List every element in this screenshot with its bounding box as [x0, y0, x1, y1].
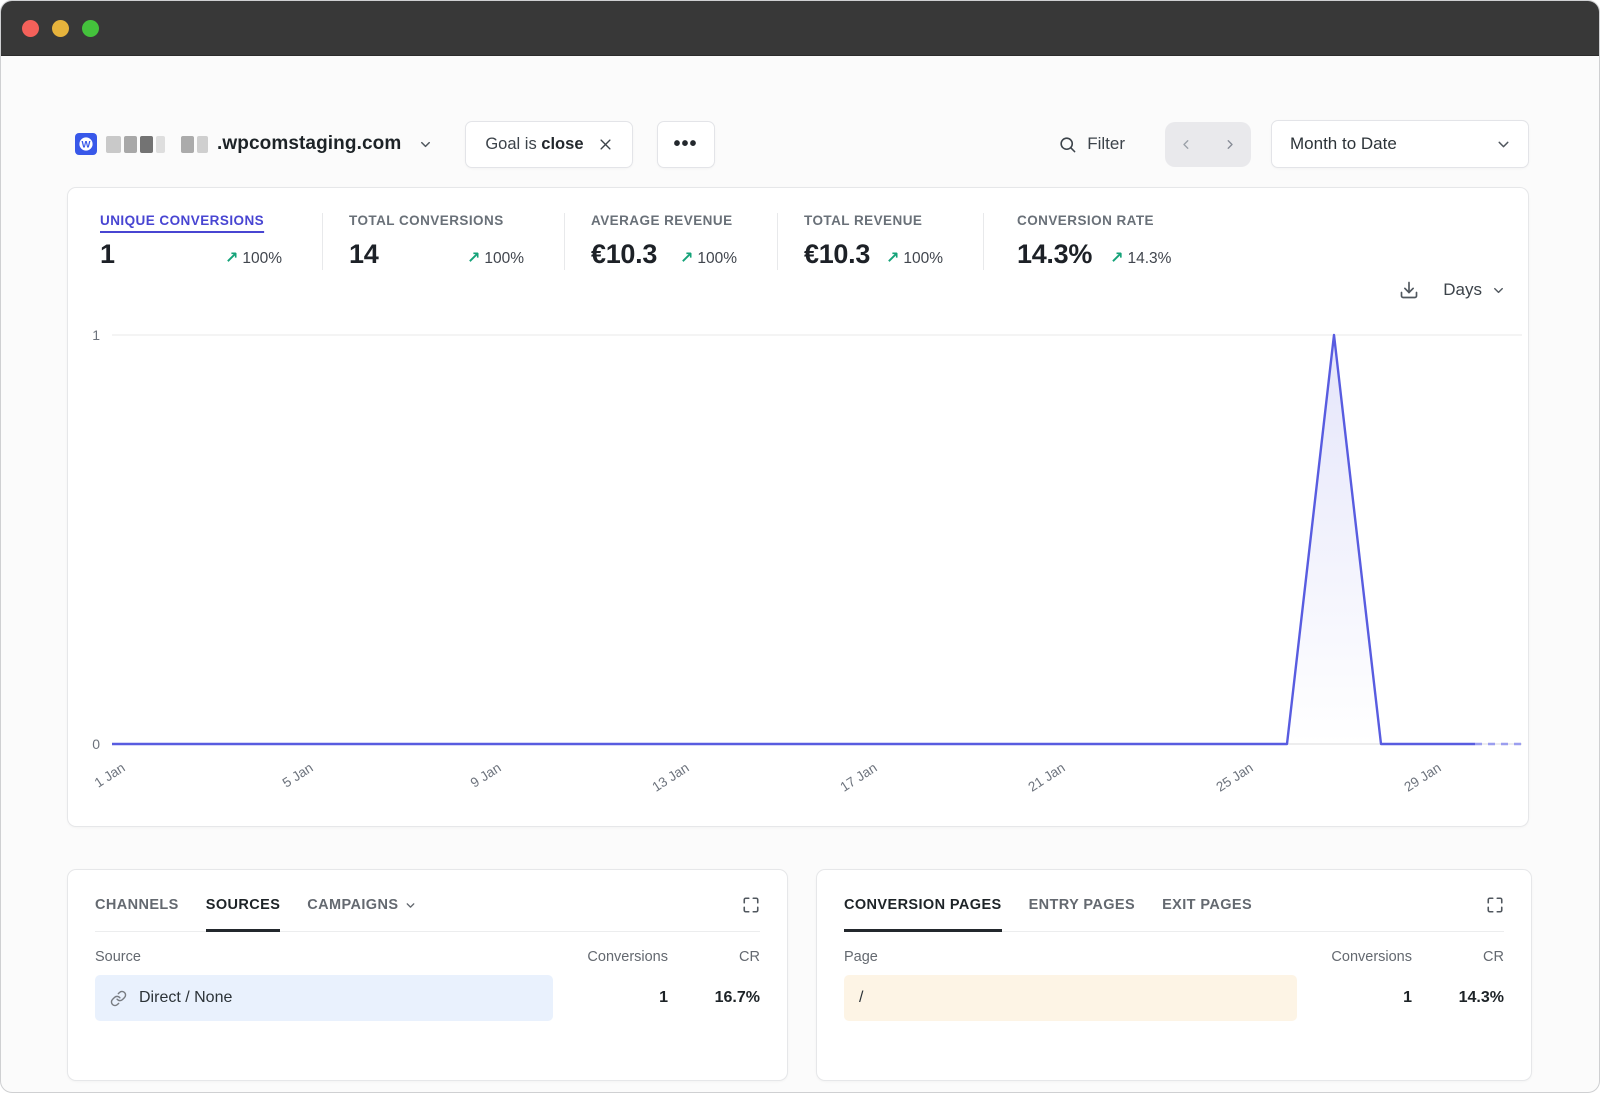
filter-label: Filter [1087, 134, 1125, 154]
stat-value: €10.3 [591, 239, 657, 270]
pages-tabs: CONVERSION PAGES ENTRY PAGES EXIT PAGES [844, 896, 1504, 932]
tab-campaigns[interactable]: CAMPAIGNS [307, 897, 417, 913]
remove-filter-icon[interactable] [598, 137, 613, 152]
stat-change: ↗100% [467, 248, 524, 268]
stat-total-conversions[interactable]: TOTAL CONVERSIONS 14 ↗100% [323, 213, 565, 270]
stat-average-revenue[interactable]: AVERAGE REVENUE €10.3 ↗100% [565, 213, 778, 270]
stat-value: 14.3% [1017, 239, 1092, 270]
page-cell[interactable]: / [844, 975, 1297, 1021]
stat-change: ↗100% [680, 248, 737, 268]
link-icon [110, 990, 127, 1007]
tab-exit-pages[interactable]: EXIT PAGES [1162, 897, 1252, 913]
source-label: Direct / None [139, 989, 232, 1007]
period-pager [1165, 122, 1251, 167]
tab-channels[interactable]: CHANNELS [95, 897, 179, 913]
page-label: / [859, 989, 863, 1007]
chart-controls: Days [68, 272, 1528, 308]
stat-change: ↗14.3% [1110, 248, 1171, 268]
sources-tabs: CHANNELS SOURCES CAMPAIGNS [95, 896, 760, 932]
redacted-block [197, 136, 208, 153]
stats-row: UNIQUE CONVERSIONS 1 ↗100% TOTAL CONVERS… [68, 188, 1528, 270]
date-range-select[interactable]: Month to Date [1271, 120, 1529, 168]
chevron-down-icon [404, 899, 417, 912]
svg-text:1: 1 [92, 327, 100, 343]
trend-up-icon: ↗ [680, 250, 693, 267]
stat-change: ↗100% [225, 248, 282, 268]
search-icon [1058, 135, 1077, 154]
svg-text:W: W [82, 139, 91, 150]
trend-up-icon: ↗ [1110, 250, 1123, 267]
source-cell[interactable]: Direct / None [95, 975, 553, 1021]
expand-icon[interactable] [742, 896, 760, 914]
conversions-line-chart[interactable]: 0 1 1 Jan 5 Jan 9 Jan 13 Jan 17 Jan 21 Jan 25 Ja… [68, 318, 1532, 818]
tab-sources[interactable]: SOURCES [206, 897, 281, 913]
more-options-button[interactable]: ••• [657, 121, 715, 168]
chevron-down-icon [1491, 283, 1506, 298]
interval-select[interactable]: Days [1443, 280, 1506, 300]
pages-card: CONVERSION PAGES ENTRY PAGES EXIT PAGES … [816, 869, 1532, 1081]
trend-up-icon: ↗ [886, 250, 899, 267]
minimize-window-button[interactable] [52, 20, 69, 37]
stat-total-revenue[interactable]: TOTAL REVENUE €10.3 ↗100% [778, 213, 984, 270]
sources-table-header: Source Conversions CR [95, 949, 760, 965]
conversions-value: 1 [553, 989, 668, 1007]
expand-icon[interactable] [1486, 896, 1504, 914]
svg-text:13 Jan: 13 Jan [649, 760, 691, 795]
trend-up-icon: ↗ [467, 250, 480, 267]
svg-text:29 Jan: 29 Jan [1401, 760, 1443, 795]
tab-conversion-pages[interactable]: CONVERSION PAGES [844, 897, 1002, 913]
cr-value: 14.3% [1412, 989, 1504, 1007]
cr-value: 16.7% [668, 989, 760, 1007]
previous-period-button[interactable] [1165, 122, 1208, 167]
filter-button[interactable]: Filter [1058, 134, 1125, 154]
trend-up-icon: ↗ [225, 250, 238, 267]
stat-unique-conversions[interactable]: UNIQUE CONVERSIONS 1 ↗100% [100, 213, 323, 270]
conversions-value: 1 [1297, 989, 1412, 1007]
app-window: W .wpcomstaging.com Goal is close ••• [0, 0, 1600, 1093]
svg-text:25 Jan: 25 Jan [1213, 760, 1255, 795]
traffic-sources-card: CHANNELS SOURCES CAMPAIGNS Source Conver… [67, 869, 788, 1081]
svg-text:0: 0 [92, 736, 100, 752]
toolbar: W .wpcomstaging.com Goal is close ••• [75, 120, 1529, 168]
svg-text:1 Jan: 1 Jan [92, 760, 128, 791]
redacted-block [181, 136, 194, 153]
interval-label: Days [1443, 280, 1482, 300]
table-row[interactable]: / 1 14.3% [844, 975, 1504, 1021]
wordpress-icon: W [75, 133, 97, 155]
redacted-block [106, 136, 121, 153]
goal-filter-text: Goal is close [485, 135, 583, 154]
detail-cards: CHANNELS SOURCES CAMPAIGNS Source Conver… [67, 869, 1529, 1081]
maximize-window-button[interactable] [82, 20, 99, 37]
svg-text:9 Jan: 9 Jan [468, 760, 504, 791]
redacted-site-name [106, 136, 208, 153]
date-range-value: Month to Date [1290, 134, 1397, 154]
redacted-block [156, 136, 165, 153]
tab-entry-pages[interactable]: ENTRY PAGES [1029, 897, 1135, 913]
conversions-overview-card: UNIQUE CONVERSIONS 1 ↗100% TOTAL CONVERS… [67, 187, 1529, 827]
redacted-block [140, 136, 153, 153]
redacted-block [124, 136, 137, 153]
chevron-down-icon [418, 137, 433, 152]
stat-change: ↗100% [886, 248, 943, 268]
svg-text:17 Jan: 17 Jan [837, 760, 879, 795]
site-domain: .wpcomstaging.com [217, 133, 401, 155]
goal-filter-chip[interactable]: Goal is close [465, 121, 632, 168]
svg-text:21 Jan: 21 Jan [1025, 760, 1067, 795]
close-window-button[interactable] [22, 20, 39, 37]
next-period-button[interactable] [1208, 122, 1251, 167]
table-row[interactable]: Direct / None 1 16.7% [95, 975, 760, 1021]
svg-text:5 Jan: 5 Jan [280, 760, 316, 791]
site-selector[interactable]: W .wpcomstaging.com [75, 133, 433, 155]
stat-value: €10.3 [804, 239, 870, 270]
stat-conversion-rate[interactable]: CONVERSION RATE 14.3% ↗14.3% [984, 213, 1211, 270]
window-titlebar [1, 1, 1599, 56]
stat-value: 1 [100, 239, 115, 270]
pages-table-header: Page Conversions CR [844, 949, 1504, 965]
download-icon[interactable] [1399, 280, 1419, 300]
chevron-down-icon [1495, 136, 1512, 153]
stat-value: 14 [349, 239, 378, 270]
